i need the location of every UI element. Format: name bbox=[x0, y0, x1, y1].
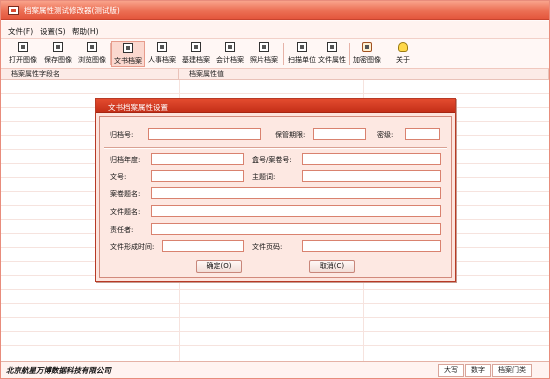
save-image-button[interactable]: 保存图像 bbox=[41, 41, 75, 67]
archive-year-label: 归档年度: bbox=[110, 156, 141, 164]
volume-name-label: 案卷题名: bbox=[110, 190, 141, 198]
dialog-body: 归档号: 保管期限: 密级: 归档年度: 盒号/案卷号: 文号: 主题词: 案卷… bbox=[99, 116, 452, 278]
photo-archive-label: 照片档案 bbox=[250, 56, 278, 64]
doc-no-field[interactable] bbox=[151, 170, 244, 182]
lightbulb-icon bbox=[398, 42, 408, 52]
ok-button[interactable]: 确定(O) bbox=[196, 260, 242, 273]
app-icon bbox=[8, 6, 19, 15]
construction-archive-icon bbox=[191, 42, 201, 52]
grid-line bbox=[1, 289, 549, 290]
secrecy-label: 密级: bbox=[377, 131, 394, 139]
encrypt-image-label: 加密图像 bbox=[353, 56, 381, 64]
scanner-icon bbox=[297, 42, 307, 52]
file-name-label: 文件题名: bbox=[110, 208, 141, 216]
about-button[interactable]: 关于 bbox=[391, 41, 415, 67]
accounting-archive-label: 会计档案 bbox=[216, 56, 244, 64]
menu-settings[interactable]: 设置(S) bbox=[40, 26, 66, 37]
encrypt-icon bbox=[362, 42, 372, 52]
retention-label: 保管期限: bbox=[275, 131, 306, 139]
responsible-field[interactable] bbox=[151, 223, 441, 235]
status-caps: 大写 bbox=[438, 364, 464, 377]
about-label: 关于 bbox=[396, 56, 410, 64]
subject-field[interactable] bbox=[302, 170, 441, 182]
grid-line bbox=[1, 345, 549, 346]
file-properties-label: 文件属性 bbox=[318, 56, 346, 64]
status-archive-category: 档案门类 bbox=[492, 364, 532, 377]
status-bar: 北京航星万博数据科技有限公司 大写 数字 档案门类 bbox=[1, 361, 549, 378]
document-archive-settings-dialog: 文书档案属性设置 归档号: 保管期限: 密级: 归档年度: 盒号/案卷号: 文号… bbox=[95, 98, 456, 282]
personnel-archive-label: 人事档案 bbox=[148, 56, 176, 64]
toolbar-separator bbox=[283, 43, 284, 65]
box-no-field[interactable] bbox=[302, 153, 441, 165]
grid-line bbox=[1, 93, 549, 94]
personnel-archive-button[interactable]: 人事档案 bbox=[145, 41, 179, 67]
accounting-archive-button[interactable]: 会计档案 bbox=[213, 41, 247, 67]
dialog-title-bar[interactable]: 文书档案属性设置 bbox=[96, 99, 455, 113]
construction-archive-button[interactable]: 基建档案 bbox=[179, 41, 213, 67]
open-folder-icon bbox=[18, 42, 28, 52]
title-bar[interactable]: 档案属性测试修改器(测试版) bbox=[1, 1, 549, 20]
volume-name-field[interactable] bbox=[151, 187, 441, 199]
menu-help[interactable]: 帮助(H) bbox=[72, 26, 99, 37]
open-image-label: 打开图像 bbox=[9, 56, 37, 64]
construction-archive-label: 基建档案 bbox=[182, 56, 210, 64]
column-header-field-value[interactable]: 档案属性值 bbox=[179, 69, 549, 80]
responsible-label: 责任者: bbox=[110, 226, 134, 234]
date-formed-label: 文件形成时间: bbox=[110, 243, 155, 251]
company-name: 北京航星万博数据科技有限公司 bbox=[6, 366, 111, 375]
menu-file[interactable]: 文件(F) bbox=[8, 26, 33, 37]
archive-year-field[interactable] bbox=[151, 153, 244, 165]
app-window: 档案属性测试修改器(测试版) 文件(F) 设置(S) 帮助(H) 打开图像 保存… bbox=[0, 0, 550, 379]
grid-line bbox=[1, 303, 549, 304]
archive-no-field[interactable] bbox=[148, 128, 261, 140]
open-image-button[interactable]: 打开图像 bbox=[6, 41, 40, 67]
page-no-label: 文件页码: bbox=[252, 243, 283, 251]
dialog-title: 文书档案属性设置 bbox=[108, 102, 168, 112]
toolbar: 打开图像 保存图像 浏览图像 文书档案 人事档案 基建档案 会计档案 照片档案 … bbox=[1, 39, 549, 69]
secrecy-field[interactable] bbox=[405, 128, 440, 140]
grid-line bbox=[1, 317, 549, 318]
file-properties-button[interactable]: 文件属性 bbox=[317, 41, 347, 67]
save-disk-icon bbox=[53, 42, 63, 52]
window-title: 档案属性测试修改器(测试版) bbox=[24, 6, 120, 15]
date-formed-field[interactable] bbox=[162, 240, 244, 252]
grid-line bbox=[1, 331, 549, 332]
box-no-label: 盒号/案卷号: bbox=[252, 156, 292, 164]
page-no-field[interactable] bbox=[302, 240, 441, 252]
menu-bar: 文件(F) 设置(S) 帮助(H) bbox=[1, 21, 549, 39]
photo-archive-icon bbox=[259, 42, 269, 52]
document-archive-icon bbox=[123, 43, 133, 53]
toolbar-separator bbox=[349, 43, 350, 65]
save-image-label: 保存图像 bbox=[44, 56, 72, 64]
retention-field[interactable] bbox=[313, 128, 366, 140]
scan-unit-button[interactable]: 扫描单位 bbox=[285, 41, 319, 67]
column-header-field-name[interactable]: 档案属性字段名 bbox=[1, 69, 179, 80]
photo-archive-button[interactable]: 照片档案 bbox=[247, 41, 281, 67]
accounting-archive-icon bbox=[225, 42, 235, 52]
document-archive-button[interactable]: 文书档案 bbox=[111, 41, 145, 67]
status-numlock: 数字 bbox=[465, 364, 491, 377]
file-name-field[interactable] bbox=[151, 205, 441, 217]
dialog-divider bbox=[104, 147, 447, 149]
browse-icon bbox=[87, 42, 97, 52]
cancel-button[interactable]: 取消(C) bbox=[309, 260, 355, 273]
browse-image-button[interactable]: 浏览图像 bbox=[75, 41, 109, 67]
personnel-archive-icon bbox=[157, 42, 167, 52]
browse-image-label: 浏览图像 bbox=[78, 56, 106, 64]
subject-label: 主题词: bbox=[252, 173, 276, 181]
document-archive-label: 文书档案 bbox=[114, 57, 142, 65]
archive-no-label: 归档号: bbox=[110, 131, 134, 139]
scan-unit-label: 扫描单位 bbox=[288, 56, 316, 64]
file-properties-icon bbox=[327, 42, 337, 52]
doc-no-label: 文号: bbox=[110, 173, 127, 181]
encrypt-image-button[interactable]: 加密图像 bbox=[351, 41, 383, 67]
